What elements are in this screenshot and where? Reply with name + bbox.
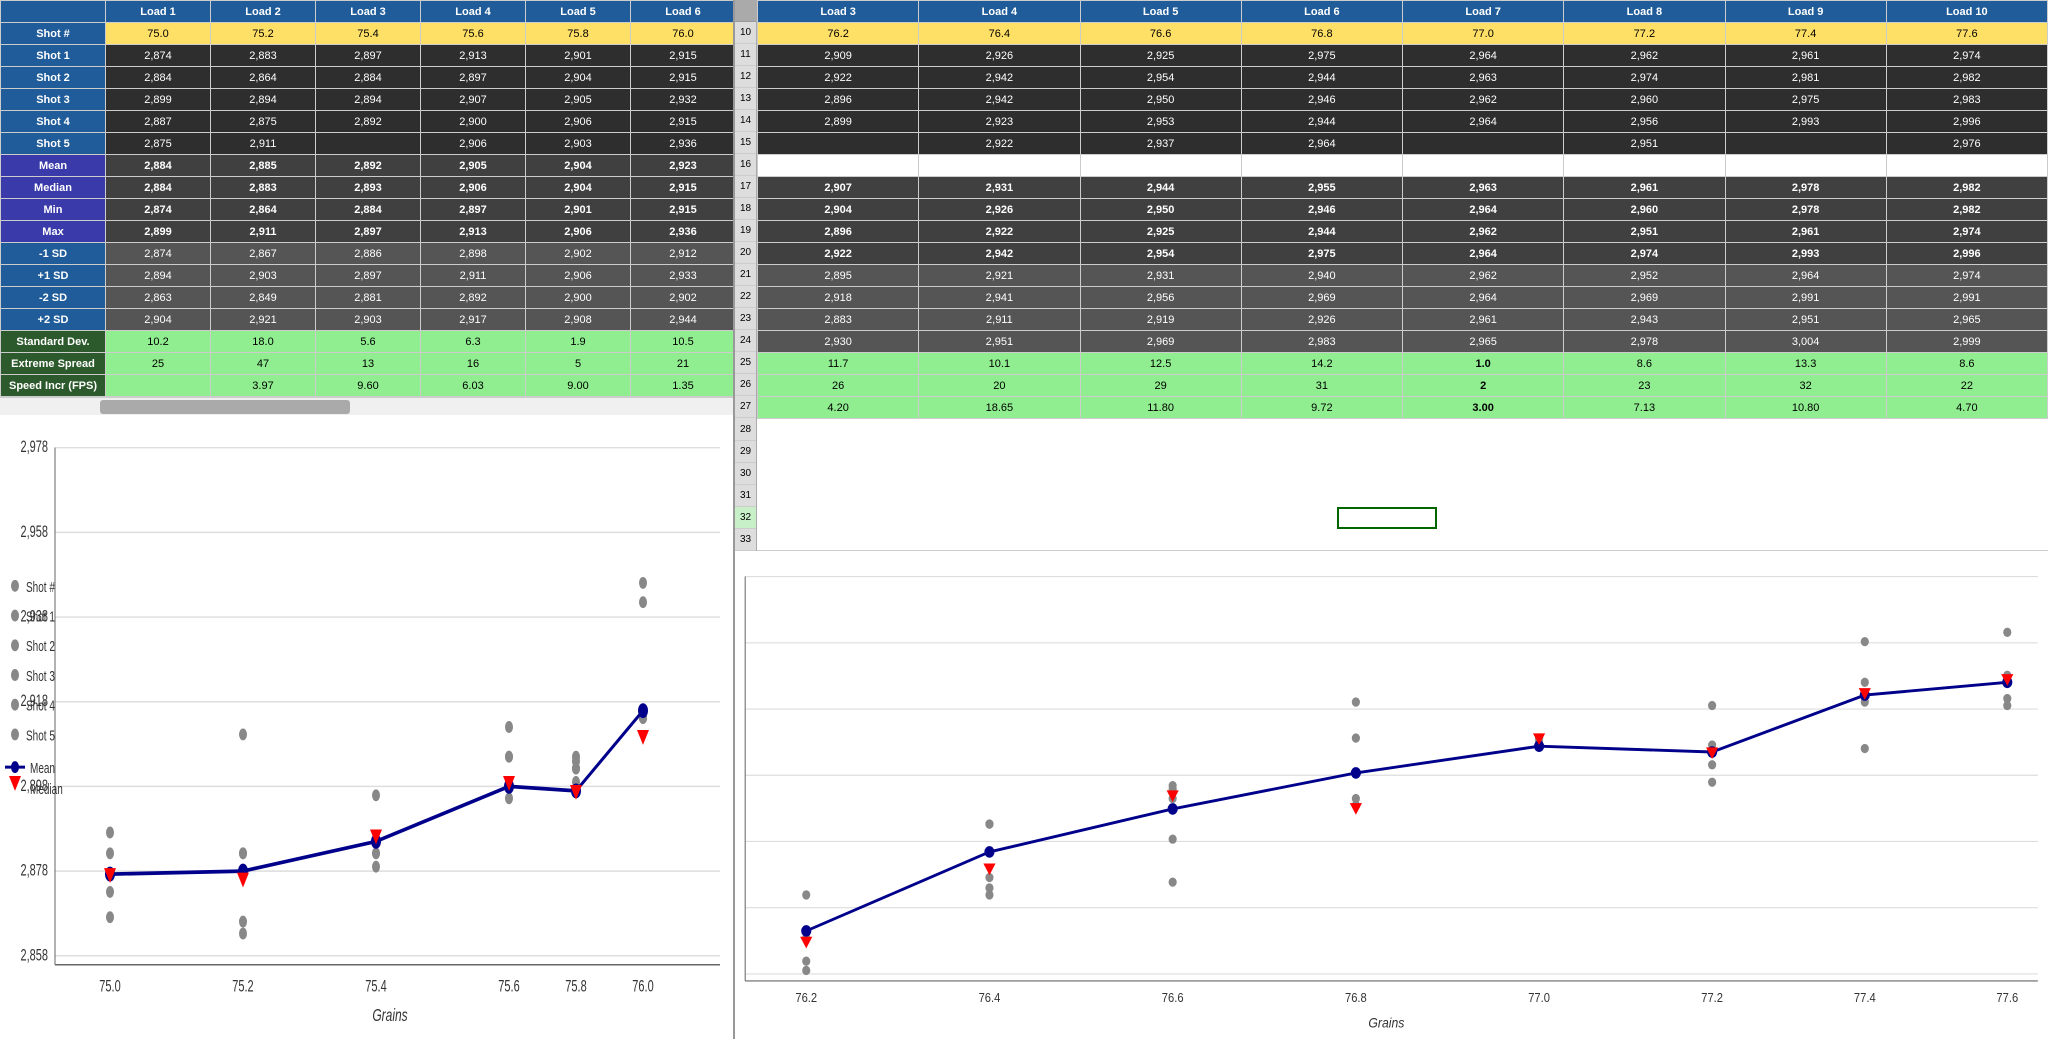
- table-row: 2,922 2,942 2,954 2,975 2,964 2,974 2,99…: [758, 243, 2048, 265]
- horizontal-scrollbar[interactable]: [0, 397, 733, 415]
- svg-text:2,978: 2,978: [21, 437, 49, 456]
- row-label-plus1sd: +1 SD: [1, 265, 106, 287]
- table-row: Median 2,884 2,883 2,893 2,906 2,904 2,9…: [1, 177, 734, 199]
- svg-text:77.6: 77.6: [1996, 990, 2018, 1005]
- row-label-shot1: Shot 1: [1, 45, 106, 67]
- table-row: Mean 2,884 2,885 2,892 2,905 2,904 2,923: [1, 155, 734, 177]
- table-row: 2,883 2,911 2,919 2,926 2,961 2,943 2,95…: [758, 309, 2048, 331]
- col-header-load5: Load 5: [526, 1, 631, 23]
- svg-text:Shot 5: Shot 5: [26, 727, 55, 743]
- table-row: +2 SD 2,904 2,921 2,903 2,917 2,908 2,94…: [1, 309, 734, 331]
- row-label-shot3: Shot 3: [1, 89, 106, 111]
- svg-text:75.4: 75.4: [365, 976, 387, 995]
- row-label-shot4: Shot 4: [1, 111, 106, 133]
- svg-text:77.0: 77.0: [1528, 990, 1550, 1005]
- svg-text:76.8: 76.8: [1345, 990, 1367, 1005]
- table-row: Extreme Spread 25 47 13 16 5 21: [1, 353, 734, 375]
- row-label-plus2sd: +2 SD: [1, 309, 106, 331]
- table-row: 2,930 2,951 2,969 2,983 2,965 2,978 3,00…: [758, 331, 2048, 353]
- selected-cell[interactable]: [1337, 507, 1437, 529]
- table-row: Shot 5 2,875 2,911 2,906 2,903 2,936: [1, 133, 734, 155]
- row-label-speed: Speed Incr (FPS): [1, 375, 106, 397]
- table-header-row: Load 1 Load 2 Load 3 Load 4 Load 5 Load …: [1, 1, 734, 23]
- table-row: 2,922 2,937 2,964 2,951 2,976: [758, 133, 2048, 155]
- svg-text:2,958: 2,958: [21, 522, 49, 541]
- svg-text:75.8: 75.8: [565, 976, 587, 995]
- svg-text:Shot 4: Shot 4: [26, 698, 55, 714]
- table-row: 2,899 2,923 2,953 2,944 2,964 2,956 2,99…: [758, 111, 2048, 133]
- svg-text:Shot #: Shot #: [26, 579, 55, 595]
- svg-text:2,858: 2,858: [21, 945, 49, 964]
- scrollbar-thumb[interactable]: [100, 400, 350, 414]
- col-header-load3: Load 3: [316, 1, 421, 23]
- svg-text:Shot 3: Shot 3: [26, 668, 55, 684]
- row-label-median: Median: [1, 177, 106, 199]
- table-row: 11.7 10.1 12.5 14.2 1.0 8.6 13.3 8.6: [758, 353, 2048, 375]
- svg-text:Grains: Grains: [1368, 1015, 1404, 1031]
- right-table-header: Load 3 Load 4 Load 5 Load 6 Load 7 Load …: [758, 1, 2048, 23]
- svg-text:2,878: 2,878: [21, 860, 49, 879]
- col-header-load4: Load 4: [421, 1, 526, 23]
- left-table-container: Load 1 Load 2 Load 3 Load 4 Load 5 Load …: [0, 0, 733, 397]
- table-row: -2 SD 2,863 2,849 2,881 2,892 2,900 2,90…: [1, 287, 734, 309]
- row-label-max: Max: [1, 221, 106, 243]
- row-label-shot-num: Shot #: [1, 23, 106, 45]
- table-row: +1 SD 2,894 2,903 2,897 2,911 2,906 2,93…: [1, 265, 734, 287]
- table-row: Max 2,899 2,911 2,897 2,913 2,906 2,936: [1, 221, 734, 243]
- row-label-minus1sd: -1 SD: [1, 243, 106, 265]
- col-header-load2: Load 2: [211, 1, 316, 23]
- table-row: 2,896 2,922 2,925 2,944 2,962 2,951 2,96…: [758, 221, 2048, 243]
- svg-text:75.2: 75.2: [232, 976, 254, 995]
- table-row: Shot 3 2,899 2,894 2,894 2,907 2,905 2,9…: [1, 89, 734, 111]
- table-row: Shot 1 2,874 2,883 2,897 2,913 2,901 2,9…: [1, 45, 734, 67]
- row-label-mean: Mean: [1, 155, 106, 177]
- table-row: 26 20 29 31 2 23 32 22: [758, 375, 2048, 397]
- col-header-load6: Load 6: [631, 1, 734, 23]
- table-row: 2,895 2,921 2,931 2,940 2,962 2,952 2,96…: [758, 265, 2048, 287]
- table-row: -1 SD 2,874 2,867 2,886 2,898 2,902 2,91…: [1, 243, 734, 265]
- row-label-shot2: Shot 2: [1, 67, 106, 89]
- table-row: Shot 2 2,884 2,864 2,884 2,897 2,904 2,9…: [1, 67, 734, 89]
- row-numbers-column: 10 11 12 13 14 15 16 17 18 19 20 21 22 2…: [735, 0, 757, 419]
- table-row: 2,896 2,942 2,950 2,946 2,962 2,960 2,97…: [758, 89, 2048, 111]
- col-header-load1: Load 1: [106, 1, 211, 23]
- svg-text:76.6: 76.6: [1162, 990, 1184, 1005]
- table-row: Speed Incr (FPS) 3.97 9.60 6.03 9.00 1.3…: [1, 375, 734, 397]
- table-row: 2,907 2,931 2,944 2,955 2,963 2,961 2,97…: [758, 177, 2048, 199]
- svg-text:Shot 1: Shot 1: [26, 609, 55, 625]
- svg-text:Mean: Mean: [30, 760, 55, 776]
- svg-text:76.2: 76.2: [795, 990, 817, 1005]
- table-row: Shot # 75.0 75.2 75.4 75.6 75.8 76.0: [1, 23, 734, 45]
- left-chart: 2,978 2,958 2,938 2,918 2,898 2,878 2,85…: [0, 415, 733, 1039]
- table-row: 4.20 18.65 11.80 9.72 3.00 7.13 10.80 4.…: [758, 397, 2048, 419]
- table-row: 2,918 2,941 2,956 2,969 2,964 2,969 2,99…: [758, 287, 2048, 309]
- svg-text:75.6: 75.6: [498, 976, 520, 995]
- row-label-minus2sd: -2 SD: [1, 287, 106, 309]
- row-label-extreme: Extreme Spread: [1, 353, 106, 375]
- svg-text:76.4: 76.4: [979, 990, 1001, 1005]
- svg-text:77.2: 77.2: [1701, 990, 1723, 1005]
- right-chart: 76.2 76.4 76.6 76.8 77.0 77.2 77.4 77.6 …: [735, 551, 2048, 1039]
- table-row: 76.2 76.4 76.6 76.8 77.0 77.2 77.4 77.6: [758, 23, 2048, 45]
- table-row: Standard Dev. 10.2 18.0 5.6 6.3 1.9 10.5: [1, 331, 734, 353]
- svg-text:76.0: 76.0: [632, 976, 654, 995]
- svg-text:Median: Median: [30, 781, 63, 797]
- table-row: 2,922 2,942 2,954 2,944 2,963 2,974 2,98…: [758, 67, 2048, 89]
- table-row: 2,909 2,926 2,925 2,975 2,964 2,962 2,96…: [758, 45, 2048, 67]
- row-label-min: Min: [1, 199, 106, 221]
- row-label-shot5: Shot 5: [1, 133, 106, 155]
- table-row: 2,904 2,926 2,950 2,946 2,964 2,960 2,97…: [758, 199, 2048, 221]
- svg-text:75.0: 75.0: [99, 976, 121, 995]
- table-row: Shot 4 2,887 2,875 2,892 2,900 2,906 2,9…: [1, 111, 734, 133]
- table-row: [758, 155, 2048, 177]
- svg-text:Grains: Grains: [372, 1006, 408, 1026]
- svg-text:Shot 2: Shot 2: [26, 638, 55, 654]
- row-label-stddev: Standard Dev.: [1, 331, 106, 353]
- right-table-container: Load 3 Load 4 Load 5 Load 6 Load 7 Load …: [757, 0, 2048, 419]
- svg-text:77.4: 77.4: [1854, 990, 1876, 1005]
- table-row: Min 2,874 2,864 2,884 2,897 2,901 2,915: [1, 199, 734, 221]
